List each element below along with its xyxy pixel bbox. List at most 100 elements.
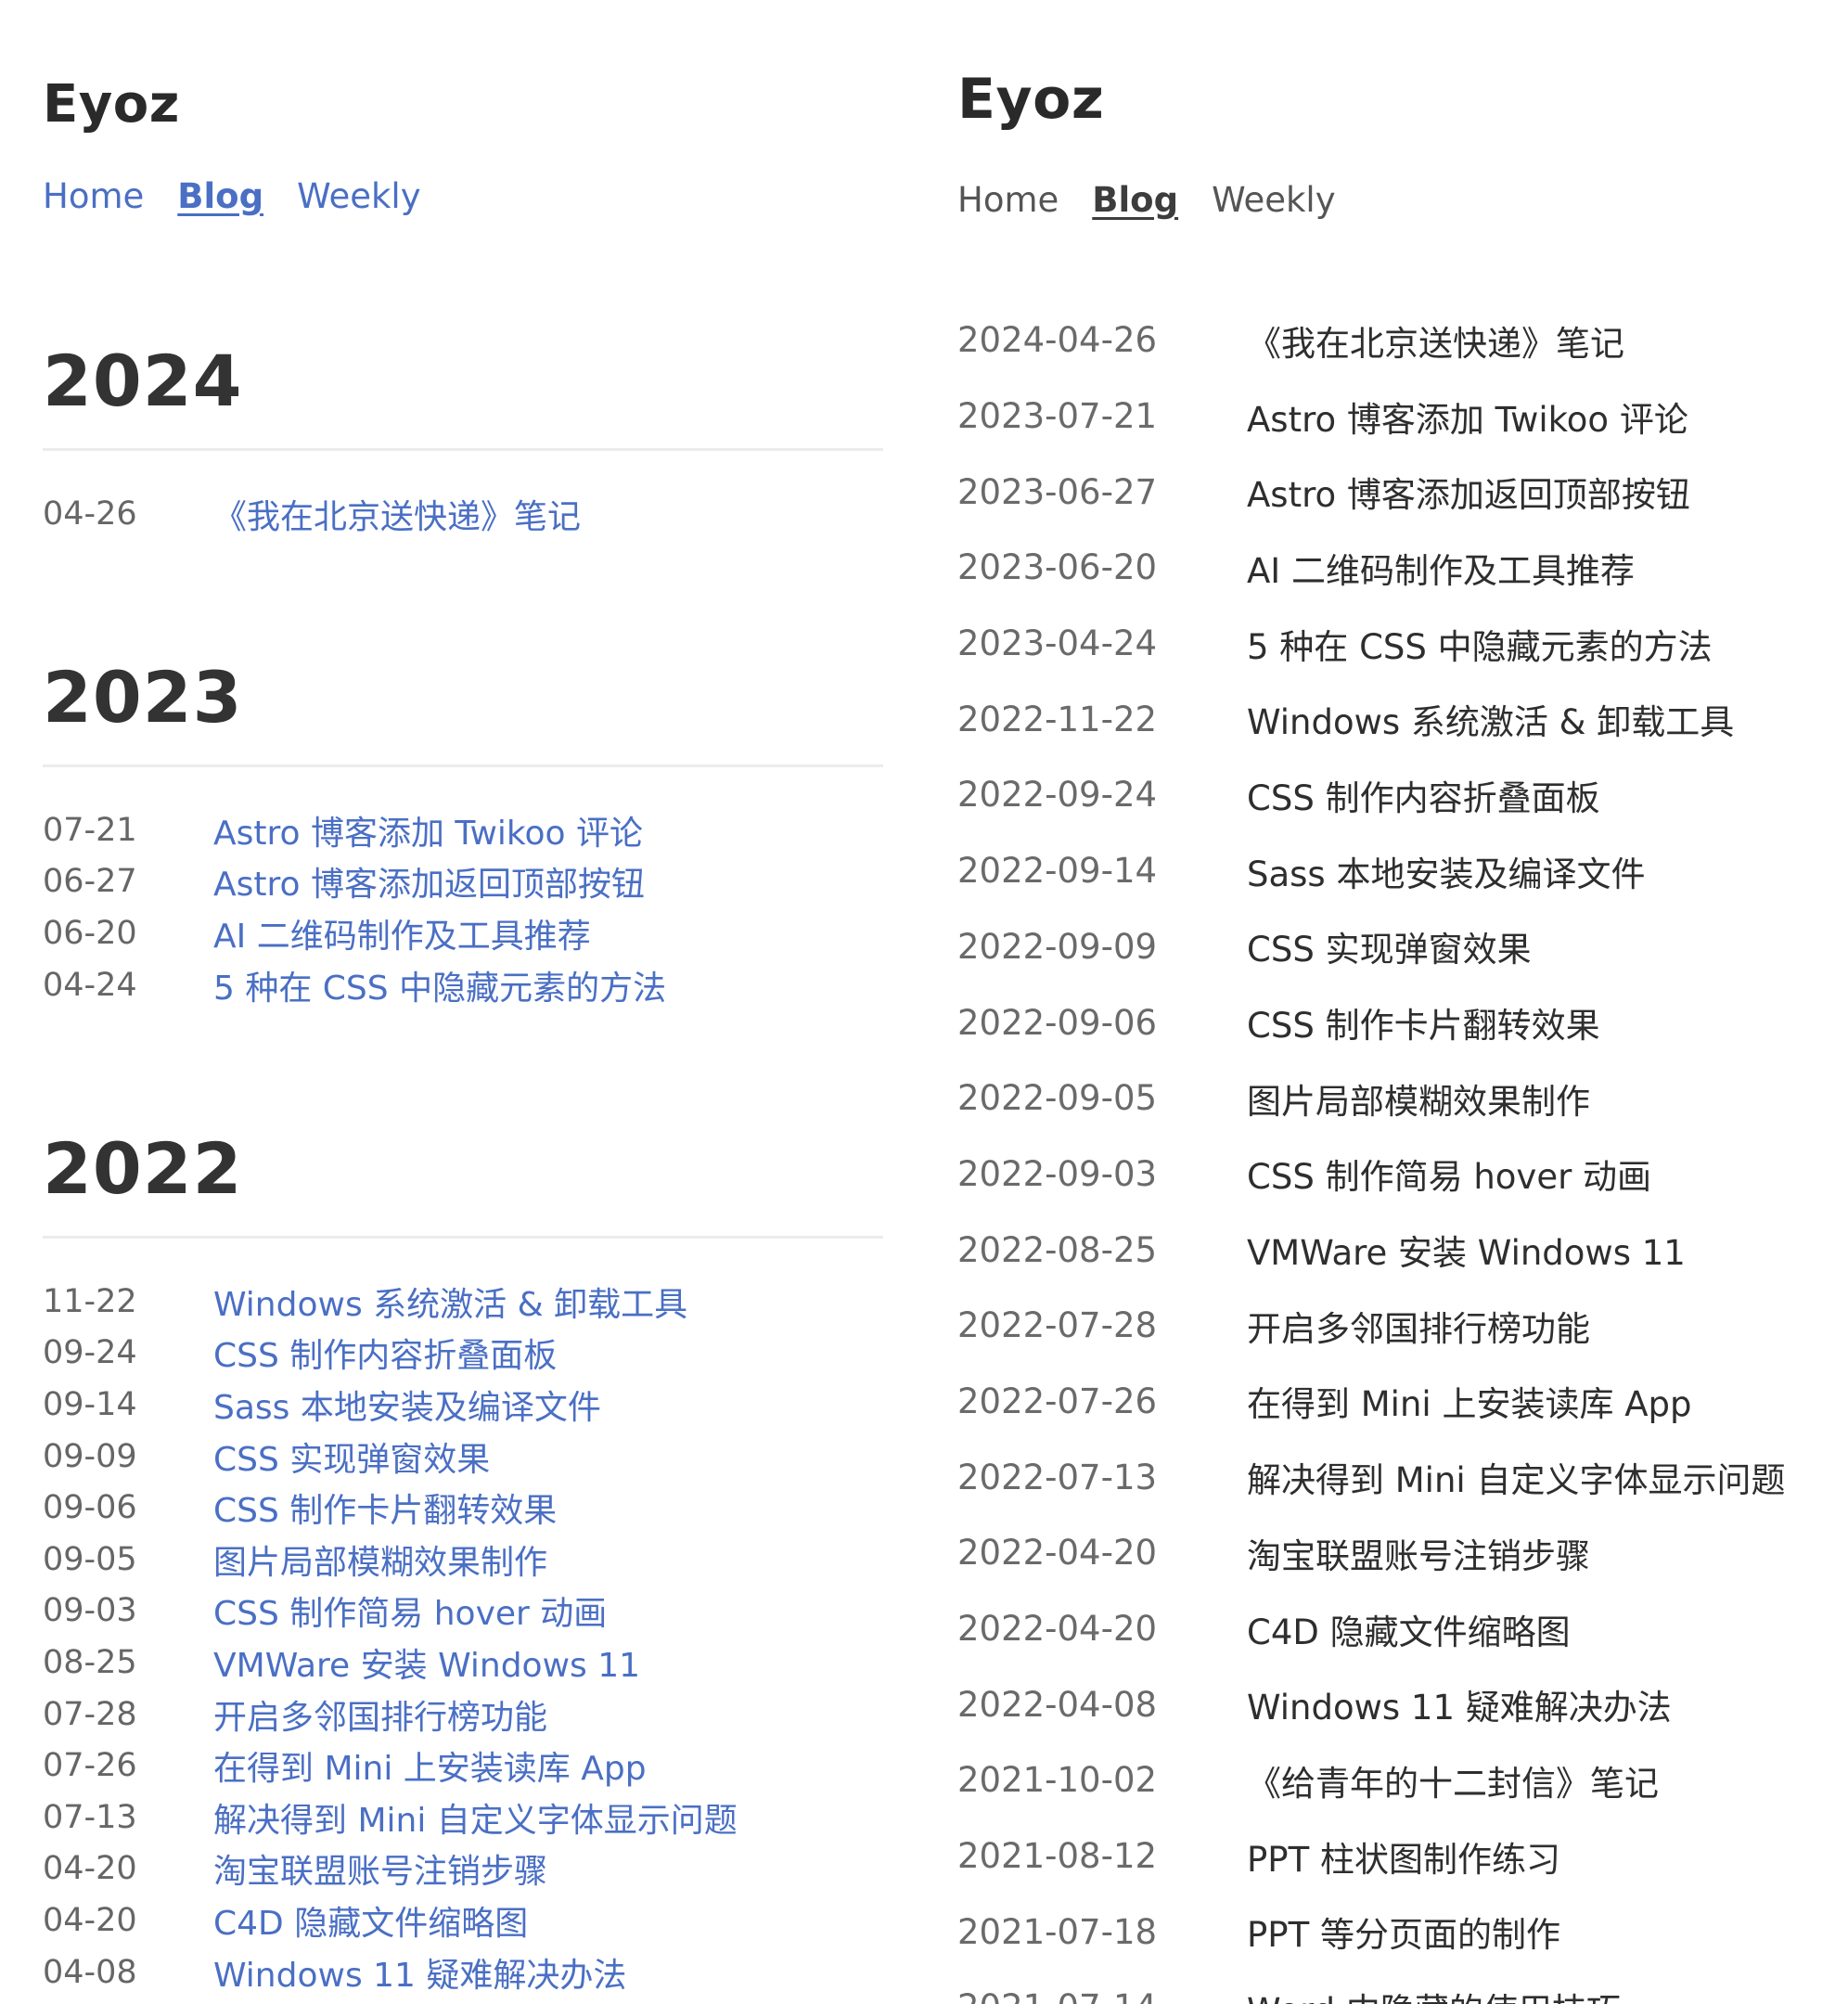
post-date: 09-06: [43, 1489, 137, 1527]
post-date: 2021-07-14: [957, 1987, 1247, 2004]
post-date: 2023-06-20: [957, 547, 1158, 588]
post-row: 09-09 CSS 实现弹窗效果: [43, 1431, 883, 1483]
post-link[interactable]: Windows 11 疑难解决办法: [213, 1948, 626, 1997]
nav-blog-link[interactable]: Blog: [1092, 180, 1178, 220]
site-title[interactable]: Eyoz: [957, 67, 1104, 132]
post-row: 2021-07-18 PPT 等分页面的制作: [957, 1894, 1839, 1970]
post-row: 2024-04-26 《我在北京送快递》笔记: [957, 302, 1839, 379]
post-row: 2022-04-08 Windows 11 疑难解决办法: [957, 1666, 1839, 1742]
post-row: 2021-08-12 PPT 柱状图制作练习: [957, 1818, 1839, 1895]
post-link[interactable]: PPT 柱状图制作练习: [1247, 1831, 1560, 1882]
year-group-2022: 2022 11-22 Windows 系统激活 & 卸载工具 09-24 CSS…: [43, 1134, 883, 1998]
post-link[interactable]: AI 二维码制作及工具推荐: [1247, 543, 1635, 593]
post-date: 2022-09-14: [957, 851, 1158, 892]
nav-blog-link[interactable]: Blog: [177, 176, 263, 216]
post-row: 2022-09-03 CSS 制作简易 hover 动画: [957, 1137, 1839, 1213]
post-link[interactable]: 5 种在 CSS 中隐藏元素的方法: [213, 961, 666, 1009]
post-date: 2022-07-13: [957, 1457, 1158, 1497]
post-date: 2022-09-05: [957, 1078, 1158, 1119]
post-link[interactable]: CSS 制作内容折叠面板: [213, 1329, 557, 1377]
post-link[interactable]: CSS 实现弹窗效果: [213, 1432, 490, 1481]
post-row: 04-26 《我在北京送快递》笔记: [43, 488, 883, 540]
post-link[interactable]: 淘宝联盟账号注销步骤: [1247, 1528, 1590, 1578]
post-link[interactable]: Windows 11 疑难解决办法: [1247, 1679, 1672, 1729]
post-row: 08-25 VMWare 安装 Windows 11: [43, 1637, 883, 1689]
post-date: 2024-04-26: [957, 320, 1158, 361]
post-link[interactable]: CSS 制作内容折叠面板: [1247, 770, 1600, 820]
post-row: 04-24 5 种在 CSS 中隐藏元素的方法: [43, 959, 883, 1011]
post-link[interactable]: Sass 本地安装及编译文件: [213, 1381, 601, 1429]
post-link[interactable]: 《给青年的十二封信》笔记: [1247, 1755, 1659, 1805]
post-link[interactable]: Windows 系统激活 & 卸载工具: [213, 1278, 687, 1326]
divider: [43, 448, 883, 451]
post-link[interactable]: Astro 博客添加 Twikoo 评论: [213, 806, 643, 854]
post-row: 2022-07-28 开启多邻国排行榜功能: [957, 1288, 1839, 1364]
post-row: 2022-07-26 在得到 Mini 上安装读库 App: [957, 1364, 1839, 1440]
post-link[interactable]: CSS 制作卡片翻转效果: [213, 1484, 557, 1532]
post-row: 09-06 CSS 制作卡片翻转效果: [43, 1482, 883, 1534]
post-link[interactable]: VMWare 安装 Windows 11: [1247, 1225, 1686, 1275]
nav-home-link[interactable]: Home: [957, 180, 1059, 220]
post-row: 09-03 CSS 制作简易 hover 动画: [43, 1586, 883, 1638]
post-link[interactable]: 解决得到 Mini 自定义字体显示问题: [1247, 1452, 1785, 1502]
post-link[interactable]: C4D 隐藏文件缩略图: [213, 1896, 528, 1945]
post-date: 09-24: [43, 1334, 137, 1372]
nav-weekly-link[interactable]: Weekly: [1212, 180, 1336, 220]
post-date: 2023-07-21: [957, 396, 1158, 437]
post-row: 2022-04-20 C4D 隐藏文件缩略图: [957, 1591, 1839, 1667]
post-date: 2023-04-24: [957, 623, 1158, 664]
post-link[interactable]: Sass 本地安装及编译文件: [1247, 846, 1645, 896]
post-link[interactable]: 淘宝联盟账号注销步骤: [213, 1844, 547, 1893]
post-link[interactable]: 开启多邻国排行榜功能: [213, 1690, 547, 1739]
post-link[interactable]: Astro 博客添加返回顶部按钮: [1247, 467, 1690, 517]
post-link[interactable]: 开启多邻国排行榜功能: [1247, 1301, 1590, 1351]
site-title[interactable]: Eyoz: [43, 74, 180, 135]
post-link[interactable]: 《我在北京送快递》笔记: [1247, 315, 1624, 366]
post-row: 2023-04-24 5 种在 CSS 中隐藏元素的方法: [957, 606, 1839, 682]
post-link[interactable]: 5 种在 CSS 中隐藏元素的方法: [1247, 619, 1713, 669]
post-row: 2023-07-21 Astro 博客添加 Twikoo 评论: [957, 379, 1839, 455]
post-link[interactable]: Astro 博客添加返回顶部按钮: [213, 857, 645, 906]
right-blog-page: Eyoz Home Blog Weekly 2024-04-26 《我在北京送快递…: [924, 0, 1848, 2004]
post-link[interactable]: Word 中隐藏的使用技巧: [1247, 1983, 1621, 2004]
post-date: 04-08: [43, 1953, 137, 1991]
post-row: 2023-06-27 Astro 博客添加返回顶部按钮: [957, 454, 1839, 530]
post-row: 07-28 开启多邻国排行榜功能: [43, 1689, 883, 1741]
post-link[interactable]: 解决得到 Mini 自定义字体显示问题: [213, 1793, 738, 1842]
post-row: 2021-10-02 《给青年的十二封信》笔记: [957, 1742, 1839, 1818]
post-link[interactable]: CSS 制作卡片翻转效果: [1247, 997, 1600, 1047]
post-link[interactable]: 图片局部模糊效果制作: [1247, 1073, 1590, 1124]
post-row: 2022-09-24 CSS 制作内容折叠面板: [957, 757, 1839, 833]
post-row: 2022-09-06 CSS 制作卡片翻转效果: [957, 984, 1839, 1060]
post-link[interactable]: 图片局部模糊效果制作: [213, 1535, 547, 1584]
post-date: 06-27: [43, 863, 137, 901]
post-row: 04-20 淘宝联盟账号注销步骤: [43, 1843, 883, 1895]
post-row: 11-22 Windows 系统激活 & 卸载工具: [43, 1276, 883, 1328]
post-link[interactable]: AI 二维码制作及工具推荐: [213, 909, 591, 957]
post-row: 2023-06-20 AI 二维码制作及工具推荐: [957, 530, 1839, 606]
post-row: 07-13 解决得到 Mini 自定义字体显示问题: [43, 1792, 883, 1843]
post-link[interactable]: 在得到 Mini 上安装读库 App: [1247, 1376, 1692, 1426]
post-row: 2022-09-14 Sass 本地安装及编译文件: [957, 833, 1839, 909]
post-date: 04-20: [43, 1901, 137, 1939]
post-link[interactable]: C4D 隐藏文件缩略图: [1247, 1604, 1571, 1654]
post-link[interactable]: 在得到 Mini 上安装读库 App: [213, 1741, 647, 1790]
post-list: 2024-04-26 《我在北京送快递》笔记 2023-07-21 Astro 博客…: [957, 302, 1839, 2004]
post-link[interactable]: VMWare 安装 Windows 11: [213, 1638, 640, 1687]
post-link[interactable]: CSS 实现弹窗效果: [1247, 921, 1532, 971]
post-link[interactable]: CSS 制作简易 hover 动画: [213, 1586, 607, 1635]
nav-weekly-link[interactable]: Weekly: [297, 176, 421, 216]
year-group-2024: 2024 04-26 《我在北京送快递》笔记: [43, 346, 883, 540]
post-row: 09-14 Sass 本地安装及编译文件: [43, 1379, 883, 1431]
main-nav: Home Blog Weekly: [957, 180, 1369, 220]
post-link[interactable]: Astro 博客添加 Twikoo 评论: [1247, 392, 1688, 442]
post-date: 11-22: [43, 1282, 137, 1320]
post-date: 2021-08-12: [957, 1836, 1158, 1877]
post-row: 09-24 CSS 制作内容折叠面板: [43, 1328, 883, 1380]
nav-home-link[interactable]: Home: [43, 176, 144, 216]
post-link[interactable]: 《我在北京送快递》笔记: [213, 490, 581, 538]
post-date: 07-13: [43, 1798, 137, 1836]
post-link[interactable]: PPT 等分页面的制作: [1247, 1907, 1560, 1957]
post-link[interactable]: CSS 制作简易 hover 动画: [1247, 1149, 1651, 1199]
post-link[interactable]: Windows 系统激活 & 卸载工具: [1247, 694, 1734, 744]
